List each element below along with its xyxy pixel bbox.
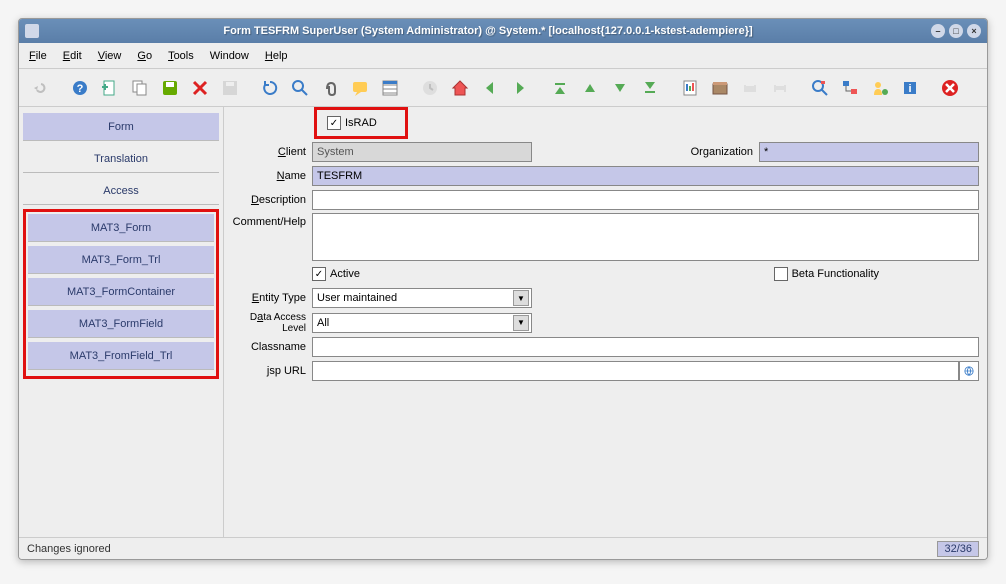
svg-text:?: ? — [77, 83, 84, 95]
sidebar-tab-translation[interactable]: Translation — [23, 145, 219, 173]
prev-record-icon[interactable] — [577, 75, 603, 101]
status-message: Changes ignored — [27, 543, 111, 555]
new-icon[interactable] — [97, 75, 123, 101]
toolbar: ? i — [19, 69, 987, 107]
body-area: Form Translation Access MAT3_Form MAT3_F… — [19, 107, 987, 537]
first-record-icon[interactable] — [547, 75, 573, 101]
delete-icon[interactable] — [187, 75, 213, 101]
name-field[interactable] — [312, 166, 979, 186]
undo-icon — [27, 75, 53, 101]
menu-go[interactable]: Go — [137, 50, 152, 62]
copy-icon[interactable] — [127, 75, 153, 101]
last-record-icon[interactable] — [637, 75, 663, 101]
product-info-icon[interactable]: i — [897, 75, 923, 101]
menubar: File Edit View Go Tools Window Help — [19, 43, 987, 69]
nav-forward-icon[interactable] — [507, 75, 533, 101]
data-access-select[interactable]: All ▼ — [312, 313, 532, 333]
save-icon[interactable] — [157, 75, 183, 101]
form-area: ✓ IsRAD Client Organization Name Descrip… — [224, 107, 987, 537]
organization-field[interactable] — [759, 142, 979, 162]
entity-type-label: Entity Type — [224, 292, 312, 304]
menu-help[interactable]: Help — [265, 50, 288, 62]
sidebar-tab-form[interactable]: Form — [23, 113, 219, 141]
jsp-url-label: jsp URL — [224, 365, 312, 377]
nav-back-icon[interactable] — [477, 75, 503, 101]
titlebar: Form TESFRM SuperUser (System Administra… — [19, 19, 987, 43]
next-record-icon[interactable] — [607, 75, 633, 101]
classname-label: Classname — [224, 341, 312, 353]
svg-text:i: i — [908, 83, 911, 95]
help-icon[interactable]: ? — [67, 75, 93, 101]
attachment-icon[interactable] — [317, 75, 343, 101]
israd-label: IsRAD — [345, 117, 377, 129]
classname-field[interactable] — [312, 337, 979, 357]
zoom-across-icon[interactable] — [807, 75, 833, 101]
sidebar-highlight-box: MAT3_Form MAT3_Form_Trl MAT3_FormContain… — [23, 209, 219, 379]
comment-field[interactable] — [312, 213, 979, 261]
refresh-icon[interactable] — [257, 75, 283, 101]
menu-view[interactable]: View — [98, 50, 122, 62]
minimize-button[interactable]: – — [931, 24, 945, 38]
data-access-label: Data Access Level — [224, 311, 312, 334]
sidebar-item-mat3-formcontainer[interactable]: MAT3_FormContainer — [28, 278, 214, 306]
dropdown-arrow-icon: ▼ — [513, 290, 529, 306]
sidebar-tab-access[interactable]: Access — [23, 177, 219, 205]
app-window: Form TESFRM SuperUser (System Administra… — [18, 18, 988, 560]
save-disk-icon — [217, 75, 243, 101]
sidebar-item-mat3-form-trl[interactable]: MAT3_Form_Trl — [28, 246, 214, 274]
request-icon[interactable] — [867, 75, 893, 101]
menu-window[interactable]: Window — [210, 50, 249, 62]
jsp-url-field[interactable] — [312, 361, 959, 381]
client-label: Client — [224, 146, 312, 158]
grid-toggle-icon[interactable] — [377, 75, 403, 101]
entity-type-value: User maintained — [317, 292, 397, 304]
jsp-url-browse-button[interactable] — [959, 361, 979, 381]
sidebar-item-mat3-fromfield-trl[interactable]: MAT3_FromField_Trl — [28, 342, 214, 370]
print-icon — [767, 75, 793, 101]
globe-icon — [964, 365, 974, 377]
active-checkbox[interactable]: ✓ — [312, 267, 326, 281]
statusbar: Changes ignored 32/36 — [19, 537, 987, 559]
close-button[interactable]: × — [967, 24, 981, 38]
active-label: Active — [330, 268, 360, 280]
app-icon — [25, 24, 39, 38]
chat-icon[interactable] — [347, 75, 373, 101]
israd-checkbox[interactable]: ✓ — [327, 116, 341, 130]
data-access-value: All — [317, 317, 329, 329]
client-field[interactable] — [312, 142, 532, 162]
dropdown-arrow-icon: ▼ — [513, 315, 529, 331]
menu-tools[interactable]: Tools — [168, 50, 194, 62]
window-title: Form TESFRM SuperUser (System Administra… — [45, 25, 931, 37]
history-icon — [417, 75, 443, 101]
report-icon[interactable] — [677, 75, 703, 101]
home-icon[interactable] — [447, 75, 473, 101]
print-preview-icon — [737, 75, 763, 101]
maximize-button[interactable]: □ — [949, 24, 963, 38]
active-workflow-icon[interactable] — [837, 75, 863, 101]
israd-highlight-box: ✓ IsRAD — [314, 107, 408, 139]
description-label: Description — [224, 194, 312, 206]
beta-label: Beta Functionality — [792, 268, 879, 280]
record-counter: 32/36 — [937, 541, 979, 557]
archive-icon[interactable] — [707, 75, 733, 101]
beta-checkbox[interactable] — [774, 267, 788, 281]
sidebar-item-mat3-form[interactable]: MAT3_Form — [28, 214, 214, 242]
end-icon[interactable] — [937, 75, 963, 101]
entity-type-select[interactable]: User maintained ▼ — [312, 288, 532, 308]
sidebar: Form Translation Access MAT3_Form MAT3_F… — [19, 107, 224, 537]
menu-file[interactable]: File — [29, 50, 47, 62]
menu-edit[interactable]: Edit — [63, 50, 82, 62]
find-icon[interactable] — [287, 75, 313, 101]
organization-label: Organization — [649, 146, 759, 158]
description-field[interactable] — [312, 190, 979, 210]
comment-label: Comment/Help — [224, 213, 312, 228]
sidebar-item-mat3-formfield[interactable]: MAT3_FormField — [28, 310, 214, 338]
name-label: Name — [224, 170, 312, 182]
window-controls: – □ × — [931, 24, 981, 38]
